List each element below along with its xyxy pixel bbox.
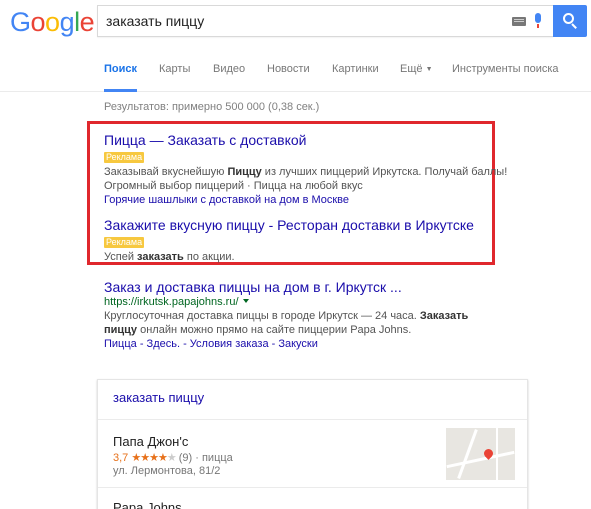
snippet-bold: Пиццу — [227, 166, 262, 178]
ad-label-line: Реклама — [104, 151, 524, 165]
search-query-text[interactable]: заказать пиццу — [106, 13, 204, 29]
google-logo[interactable]: Google — [10, 7, 95, 38]
snippet-text: Заказывай вкуснейшую — [104, 166, 228, 178]
place-address: ул. Лермонтова, 81/2 — [113, 465, 221, 477]
ad-result: Закажите вкусную пиццу - Ресторан достав… — [104, 217, 524, 264]
search-button[interactable] — [553, 5, 587, 37]
star-rating-icon: ★★★★★ — [131, 452, 177, 464]
ad-result: Пицца — Заказать с доставкой Реклама Зак… — [104, 132, 524, 207]
local-place-item[interactable]: Папа Джон'с 3,7 ★★★★★ (9) · пицца ул. Ле… — [113, 434, 413, 477]
tab-news[interactable]: Новости — [267, 63, 310, 75]
snippet-text: из лучших пиццерий Иркутска. Получай бал… — [261, 166, 508, 178]
logo-letter: o — [45, 7, 60, 37]
result-title-link[interactable]: Заказ и доставка пиццы на дом в г. Иркут… — [104, 279, 524, 295]
keyboard-icon[interactable] — [512, 17, 526, 26]
logo-letter: G — [10, 7, 31, 37]
ad-extension-link[interactable]: Горячие шашлыки с доставкой на дом в Мос… — [104, 193, 524, 207]
result-url-text: https://irkutsk.papajohns.ru/ — [104, 296, 239, 308]
ad-label-line: Реклама — [104, 236, 524, 250]
snippet-text: Успей — [104, 251, 138, 263]
local-card-header: заказать пиццу — [98, 380, 527, 420]
ad-snippet: Успей заказать по акции. — [104, 250, 524, 264]
tab-more-label: Ещё — [400, 63, 423, 75]
place-name[interactable]: Папа Джон'с — [113, 434, 413, 449]
tab-images[interactable]: Картинки — [332, 63, 379, 75]
snippet-text: по акции. — [183, 251, 235, 263]
result-url: https://irkutsk.papajohns.ru/ — [104, 295, 524, 309]
ad-title-link[interactable]: Пицца — Заказать с доставкой — [104, 132, 524, 148]
logo-letter: e — [79, 7, 95, 37]
result-stats: Результатов: примерно 500 000 (0,38 сек.… — [104, 101, 320, 113]
logo-letter: g — [59, 7, 75, 37]
divider — [98, 487, 527, 488]
place-rating-row: 3,7 ★★★★★ (9) · пицца — [113, 451, 413, 464]
result-snippet-line2: пиццу онлайн можно прямо на сайте пиццер… — [104, 323, 524, 337]
chevron-down-icon: ▼ — [425, 66, 433, 73]
ad-snippet: Заказывай вкуснейшую Пиццу из лучших пиц… — [104, 165, 524, 179]
header: Google заказать пиццу — [0, 0, 591, 46]
result-sitelinks[interactable]: Пицца - Здесь. - Условия заказа - Закуск… — [104, 337, 524, 351]
ad-badge: Реклама — [104, 152, 145, 163]
snippet-text: онлайн можно прямо на сайте пиццерии Pap… — [137, 324, 412, 336]
snippet-bold: Заказать — [419, 310, 469, 322]
snippet-bold: пиццу — [104, 324, 138, 336]
snippet-text: Круглосуточная доставка пиццы в городе И… — [104, 310, 420, 322]
star-half: ★ — [166, 452, 177, 464]
place-name[interactable]: Papa Johns — [113, 500, 182, 509]
rating-value: 3,7 — [113, 452, 129, 464]
local-results-card: заказать пиццу Папа Джон'с 3,7 ★★★★★ (9)… — [97, 379, 528, 509]
active-tab-indicator — [104, 89, 137, 92]
tab-video[interactable]: Видео — [213, 63, 245, 75]
stars-full: ★★★★ — [131, 452, 167, 464]
local-query-link[interactable]: заказать пиццу — [113, 390, 204, 405]
mic-icon[interactable] — [534, 13, 542, 28]
tab-more[interactable]: Ещё ▼ — [400, 63, 433, 75]
review-count: (9) · пицца — [178, 452, 233, 464]
ad-badge: Реклама — [104, 237, 145, 248]
dropdown-arrow-icon[interactable] — [242, 299, 249, 303]
result-snippet: Круглосуточная доставка пиццы в городе И… — [104, 309, 524, 323]
ad-snippet-line2: Огромный выбор пиццерий · Пицца на любой… — [104, 180, 363, 192]
search-input[interactable]: заказать пиццу — [97, 5, 553, 37]
snippet-bold: заказать — [137, 251, 184, 263]
tab-search[interactable]: Поиск — [104, 63, 137, 75]
tab-search-tools[interactable]: Инструменты поиска — [452, 63, 559, 75]
map-thumbnail[interactable] — [446, 428, 515, 480]
ad-title-link[interactable]: Закажите вкусную пиццу - Ресторан достав… — [104, 217, 524, 233]
tab-maps[interactable]: Карты — [159, 63, 190, 75]
search-tabs: Поиск Карты Видео Новости Картинки Ещё ▼… — [0, 46, 591, 92]
organic-result: Заказ и доставка пиццы на дом в г. Иркут… — [104, 279, 524, 351]
logo-letter: o — [30, 7, 46, 37]
